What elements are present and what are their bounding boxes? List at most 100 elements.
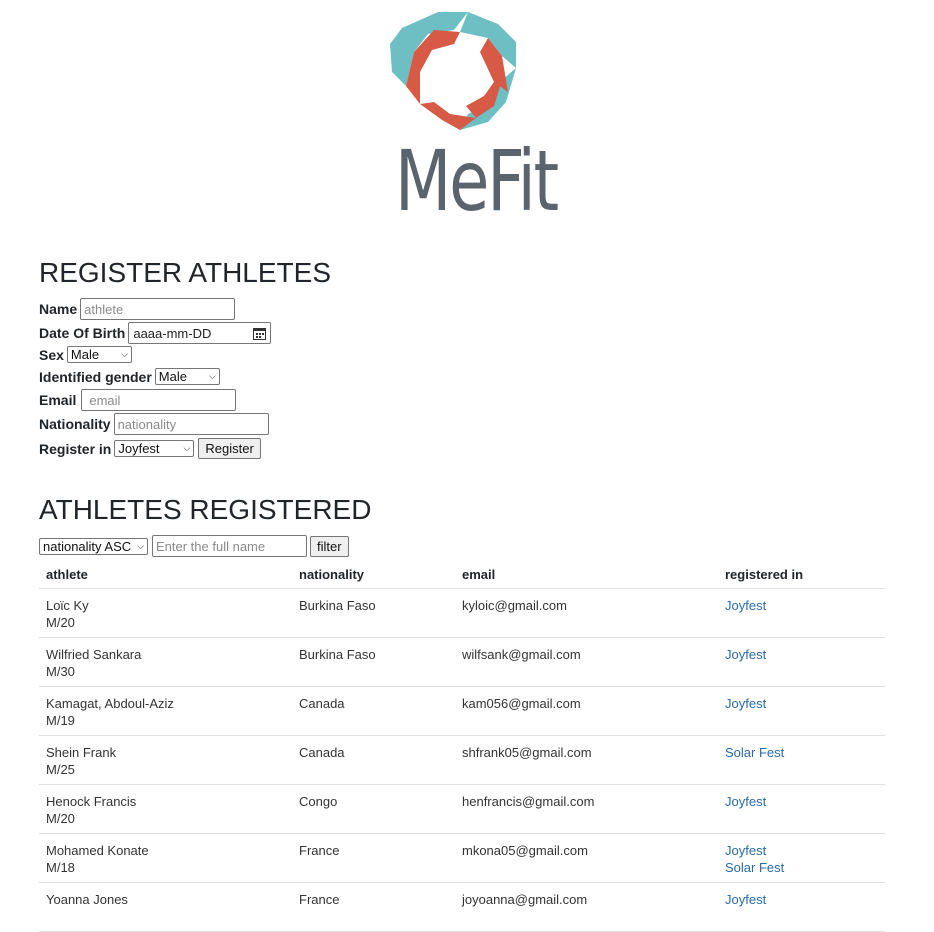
register-in-row: Register in Joyfest ⌵ Register	[39, 438, 261, 459]
registered-in-cell: Joyfest	[718, 882, 885, 932]
athlete-cell: Yoanna Jones	[39, 882, 292, 932]
column-header-email[interactable]: email	[455, 560, 718, 589]
table-row: Loϊc Ky M/20 Burkina Faso kyloic@gmail.com J…	[39, 588, 885, 638]
name-search-input[interactable]	[152, 535, 307, 557]
nationality-label: Nationality	[39, 416, 111, 432]
dob-label: Date Of Birth	[39, 325, 126, 341]
registered-in-cell: Solar Fest	[718, 735, 885, 785]
chevron-down-icon: ⌵	[208, 371, 216, 381]
athlete-name: Mohamed Konate	[46, 843, 149, 858]
email-cell: henfrancis@gmail.com	[455, 784, 718, 834]
sex-value: Male	[70, 347, 100, 362]
email-cell: mkona05@gmail.com	[455, 833, 718, 883]
athletes-table: athlete nationality email registered in …	[39, 560, 885, 932]
filter-row: nationality ASC ⌵ filter	[39, 535, 349, 557]
event-link[interactable]: Joyfest	[725, 842, 878, 859]
athlete-name: Wilfried Sankara	[46, 647, 142, 662]
table-row: Shein Frank M/25 Canada shfrank05@gmail.com…	[39, 735, 885, 785]
nationality-cell: Burkina Faso	[292, 637, 455, 687]
nationality-cell: Congo	[292, 784, 455, 834]
sex-row: Sex Male ⌵	[39, 346, 132, 363]
athlete-sex-age: M/18	[46, 860, 75, 875]
athlete-name: Loϊc Ky	[46, 598, 89, 613]
athlete-cell: Loϊc Ky M/20	[39, 588, 292, 638]
email-row: Email	[39, 389, 237, 411]
athlete-cell: Shein Frank M/25	[39, 735, 292, 785]
gender-row: Identified gender Male ⌵	[39, 368, 220, 385]
nationality-cell: Burkina Faso	[292, 588, 455, 638]
register-title: REGISTER ATHLETES	[39, 257, 331, 288]
filter-button[interactable]: filter	[310, 535, 349, 557]
email-input[interactable]	[81, 389, 237, 411]
dob-placeholder: aaaa-mm-DD	[133, 325, 212, 341]
column-header-nationality[interactable]: nationality	[292, 560, 455, 589]
name-row: Name	[39, 298, 236, 320]
event-link[interactable]: Solar Fest	[725, 859, 878, 876]
registered-in-cell: Joyfest Solar Fest	[718, 833, 885, 883]
nationality-cell: France	[292, 833, 455, 883]
registered-title: ATHLETES REGISTERED	[39, 494, 372, 525]
registered-in-cell: Joyfest	[718, 637, 885, 687]
email-cell: joyoanna@gmail.com	[455, 882, 718, 932]
event-link[interactable]: Solar Fest	[725, 744, 878, 761]
table-row: Henock Francis M/20 Congo henfrancis@gmail.…	[39, 784, 885, 834]
chevron-down-icon: ⌵	[137, 540, 144, 551]
register-in-value: Joyfest	[118, 441, 160, 456]
athlete-cell: Kamagat, Abdoul-Aziz M/19	[39, 686, 292, 736]
dob-row: Date Of Birth aaaa-mm-DD	[39, 322, 272, 344]
sex-label: Sex	[39, 346, 64, 363]
event-link[interactable]: Joyfest	[725, 597, 878, 614]
athlete-sex-age: M/20	[46, 811, 75, 826]
nationality-cell: Canada	[292, 686, 455, 736]
email-cell: kyloic@gmail.com	[455, 588, 718, 638]
register-in-label: Register in	[39, 440, 112, 457]
table-header-row: athlete nationality email registered in	[39, 560, 885, 589]
sort-value: nationality ASC	[43, 538, 132, 554]
sex-select[interactable]: Male ⌵	[66, 346, 132, 363]
nationality-row: Nationality	[39, 413, 269, 435]
name-label: Name	[39, 301, 78, 317]
athlete-sex-age: M/19	[46, 713, 75, 728]
event-link[interactable]: Joyfest	[725, 793, 878, 810]
register-in-select[interactable]: Joyfest ⌵	[114, 440, 195, 457]
registered-in-cell: Joyfest	[718, 686, 885, 736]
calendar-icon[interactable]	[253, 327, 267, 340]
athlete-cell: Mohamed Konate M/18	[39, 833, 292, 883]
athlete-sex-age: M/30	[46, 664, 75, 679]
logo-text: MeFit	[394, 132, 559, 230]
gender-label: Identified gender	[39, 368, 152, 385]
nationality-cell: France	[292, 882, 455, 932]
chevron-down-icon: ⌵	[121, 349, 128, 359]
registered-in-cell: Joyfest	[718, 784, 885, 834]
dob-input[interactable]: aaaa-mm-DD	[128, 322, 272, 344]
table-row: Kamagat, Abdoul-Aziz M/19 Canada kam056@gma…	[39, 686, 885, 736]
email-label: Email	[39, 392, 77, 408]
athlete-name: Shein Frank	[46, 745, 117, 760]
table-row: Yoanna Jones France joyoanna@gmail.com Joyf…	[39, 882, 885, 932]
chevron-down-icon: ⌵	[183, 443, 191, 453]
event-link[interactable]: Joyfest	[725, 891, 878, 908]
athlete-sex-age: M/25	[46, 762, 75, 777]
column-header-registered-in[interactable]: registered in	[718, 560, 885, 589]
name-input[interactable]	[80, 298, 236, 320]
event-link[interactable]: Joyfest	[725, 646, 878, 663]
email-cell: kam056@gmail.com	[455, 686, 718, 736]
sort-select[interactable]: nationality ASC ⌵	[39, 537, 148, 555]
event-link[interactable]: Joyfest	[725, 695, 878, 712]
athlete-cell: Wilfried Sankara M/30	[39, 637, 292, 687]
email-cell: wilfsank@gmail.com	[455, 637, 718, 687]
athlete-name: Kamagat, Abdoul-Aziz	[46, 696, 174, 711]
nationality-cell: Canada	[292, 735, 455, 785]
email-cell: shfrank05@gmail.com	[455, 735, 718, 785]
table-row: Wilfried Sankara M/30 Burkina Faso wilfsank…	[39, 637, 885, 687]
column-header-athlete[interactable]: athlete	[39, 560, 292, 589]
table-row: Mohamed Konate M/18 France mkona05@gmail.co…	[39, 833, 885, 883]
mefit-logo: MeFit	[376, 8, 559, 226]
athlete-name: Yoanna Jones	[46, 892, 128, 907]
athlete-sex-age: M/20	[46, 615, 75, 630]
nationality-input[interactable]	[113, 413, 269, 435]
athlete-cell: Henock Francis M/20	[39, 784, 292, 834]
register-button[interactable]: Register	[198, 438, 261, 459]
gender-select[interactable]: Male ⌵	[154, 368, 220, 385]
athlete-name: Henock Francis	[46, 794, 137, 809]
